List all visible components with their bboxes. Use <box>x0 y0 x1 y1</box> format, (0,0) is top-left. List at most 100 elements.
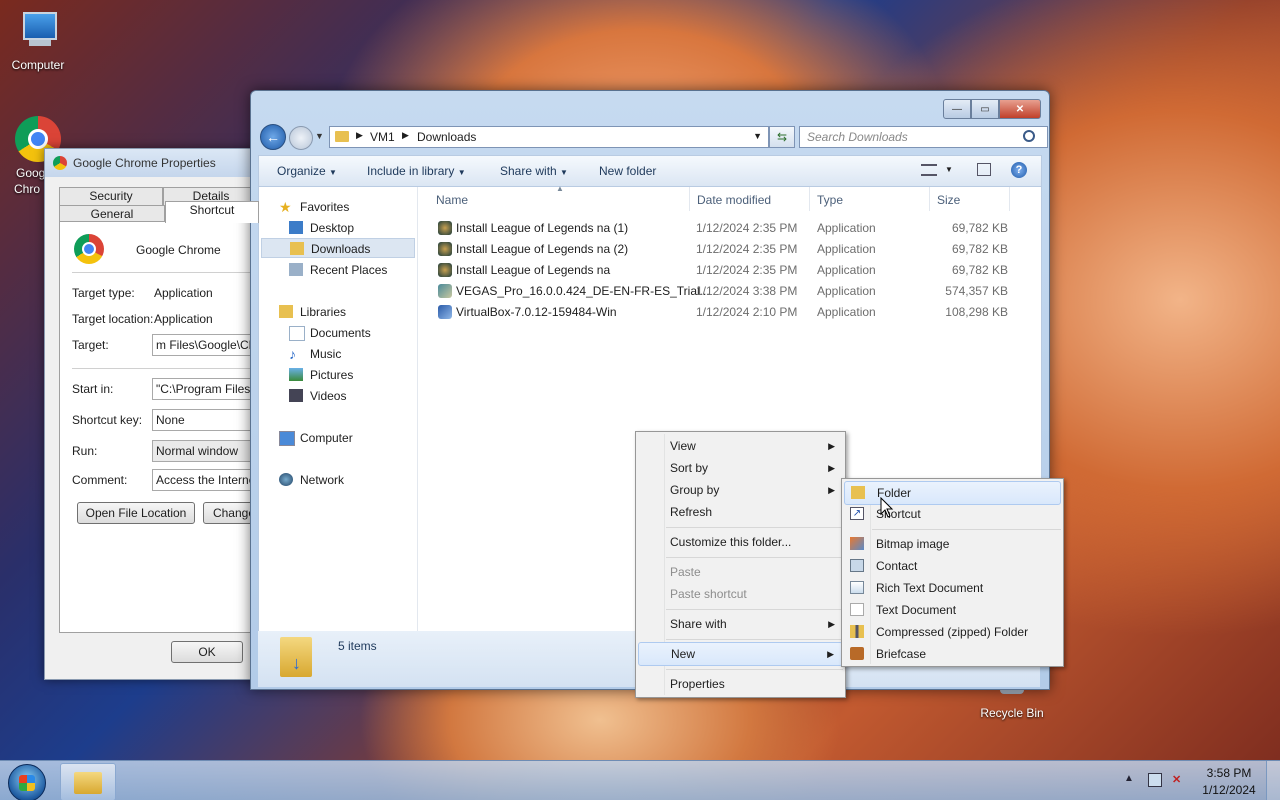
target-type-label: Target type: <box>72 286 135 300</box>
new-menu-item-contact[interactable]: Contact <box>844 555 1061 577</box>
nav-recent-places[interactable]: Recent Places <box>289 260 409 280</box>
view-options-icon[interactable] <box>921 164 937 176</box>
new-menu-item-briefcase[interactable]: Briefcase <box>844 643 1061 665</box>
file-row[interactable]: Install League of Legends na (1) 1/12/20… <box>434 218 1014 238</box>
dialog-title: Google Chrome Properties <box>73 156 216 170</box>
zip-folder-icon <box>850 625 864 638</box>
nav-libraries[interactable]: Libraries <box>279 302 409 322</box>
app-name: Google Chrome <box>136 243 221 257</box>
share-with-button[interactable]: Share with ▼ <box>500 164 568 178</box>
tab-security[interactable]: Security <box>59 187 163 206</box>
refresh-button[interactable]: ⇆ <box>769 126 795 148</box>
nav-videos[interactable]: Videos <box>289 386 409 406</box>
desktop-icon-label: Computer <box>11 58 65 72</box>
menu-item-share-with[interactable]: Share with ▶ <box>638 613 843 635</box>
status-item-count: 5 items <box>338 639 377 653</box>
volume-muted-icon[interactable]: ✕ <box>1172 773 1188 787</box>
dialog-titlebar[interactable]: Google Chrome Properties <box>45 149 257 177</box>
new-menu-item-bitmap[interactable]: Bitmap image <box>844 533 1061 555</box>
new-menu-item-shortcut[interactable]: ↗ Shortcut <box>844 503 1061 525</box>
taskbar-explorer-button[interactable] <box>60 763 116 800</box>
documents-icon <box>289 326 305 341</box>
desktop-icon-label: Goog <box>16 166 46 180</box>
nav-desktop[interactable]: Desktop <box>289 218 409 238</box>
menu-item-view[interactable]: View ▶ <box>638 435 843 457</box>
league-installer-icon <box>438 221 452 235</box>
column-header-type[interactable]: Type <box>817 193 843 207</box>
file-row[interactable]: VirtualBox-7.0.12-159484-Win 1/12/2024 2… <box>434 302 1014 322</box>
start-button[interactable] <box>8 764 46 800</box>
nav-documents[interactable]: Documents <box>289 323 409 343</box>
clock-date[interactable]: 1/12/2024 <box>1200 783 1258 797</box>
ok-button[interactable]: OK <box>171 641 243 663</box>
network-icon <box>279 473 293 486</box>
preview-pane-icon[interactable] <box>977 163 991 176</box>
column-header-date[interactable]: Date modified <box>697 193 771 207</box>
submenu-arrow-icon: ▶ <box>828 485 835 495</box>
organize-button[interactable]: Organize ▼ <box>277 164 337 178</box>
show-hidden-icons-button[interactable]: ▲ <box>1124 773 1134 784</box>
computer-icon <box>15 8 61 54</box>
address-bar[interactable]: ▶ VM1 ▶ Downloads ▼ <box>329 126 769 148</box>
nav-music[interactable]: ♪ Music <box>289 344 409 364</box>
star-icon: ★ <box>279 199 292 215</box>
desktop-icon-label: Recycle Bin <box>980 706 1044 720</box>
help-icon[interactable]: ? <box>1011 162 1027 178</box>
text-document-icon <box>850 603 864 616</box>
vegas-installer-icon <box>438 284 452 298</box>
address-dropdown-icon[interactable]: ▼ <box>753 131 762 141</box>
folder-icon <box>335 131 349 142</box>
navigation-pane: ★ Favorites Desktop Downloads Recent Plac… <box>259 187 418 631</box>
menu-item-paste: Paste <box>670 565 701 579</box>
videos-icon <box>289 389 303 402</box>
new-submenu: Folder ↗ Shortcut Bitmap image Contact Ri… <box>841 478 1064 667</box>
chrome-icon <box>53 156 67 170</box>
music-icon: ♪ <box>289 346 296 362</box>
menu-item-new[interactable]: New ▶ <box>638 642 843 666</box>
submenu-arrow-icon: ▶ <box>828 619 835 629</box>
nav-downloads[interactable]: Downloads <box>261 238 415 258</box>
clock-time[interactable]: 3:58 PM <box>1200 766 1258 780</box>
close-button[interactable]: ✕ <box>999 99 1041 119</box>
nav-network[interactable]: Network <box>279 470 409 490</box>
menu-item-group-by[interactable]: Group by ▶ <box>638 479 843 501</box>
file-row[interactable]: VEGAS_Pro_16.0.0.424_DE-EN-FR-ES_Trial..… <box>434 281 1014 301</box>
new-menu-item-zip[interactable]: Compressed (zipped) Folder <box>844 621 1061 643</box>
rich-text-icon <box>850 581 864 594</box>
column-header-size[interactable]: Size <box>937 193 960 207</box>
network-tray-icon[interactable] <box>1148 773 1162 787</box>
file-row[interactable]: Install League of Legends na (2) 1/12/20… <box>434 239 1014 259</box>
history-dropdown-icon[interactable]: ▼ <box>315 131 324 141</box>
menu-item-refresh[interactable]: Refresh <box>638 501 843 523</box>
forward-button[interactable] <box>289 126 313 150</box>
breadcrumb-downloads[interactable]: Downloads <box>417 130 476 144</box>
nav-computer[interactable]: Computer <box>279 428 409 448</box>
column-header-name[interactable]: Name <box>436 193 468 207</box>
view-dropdown-icon[interactable]: ▼ <box>945 165 953 174</box>
target-type-value: Application <box>154 286 213 300</box>
tab-shortcut[interactable]: Shortcut <box>165 201 259 223</box>
nav-favorites[interactable]: ★ Favorites <box>279 197 409 217</box>
maximize-button[interactable]: ▭ <box>971 99 999 119</box>
nav-pictures[interactable]: Pictures <box>289 365 409 385</box>
new-menu-item-folder[interactable]: Folder <box>844 481 1061 505</box>
desktop-icon-computer[interactable]: Computer <box>0 8 76 72</box>
include-in-library-button[interactable]: Include in library ▼ <box>367 164 466 178</box>
new-menu-item-rich-text[interactable]: Rich Text Document <box>844 577 1061 599</box>
search-input[interactable]: Search Downloads <box>799 126 1048 148</box>
new-menu-item-text-document[interactable]: Text Document <box>844 599 1061 621</box>
menu-item-sort-by[interactable]: Sort by ▶ <box>638 457 843 479</box>
league-installer-icon <box>438 263 452 277</box>
back-button[interactable]: ← <box>260 124 286 150</box>
briefcase-icon <box>850 647 864 660</box>
menu-item-customize-folder[interactable]: Customize this folder... <box>638 531 843 553</box>
new-folder-button[interactable]: New folder <box>599 164 656 178</box>
show-desktop-button[interactable] <box>1266 761 1280 800</box>
minimize-button[interactable]: — <box>943 99 971 119</box>
open-file-location-button[interactable]: Open File Location <box>77 502 195 524</box>
shortcut-panel: Google Chrome Target type: Application T… <box>59 221 267 633</box>
file-row[interactable]: Install League of Legends na 1/12/2024 2… <box>434 260 1014 280</box>
breadcrumb-vm1[interactable]: VM1 <box>370 130 395 144</box>
menu-item-properties[interactable]: Properties <box>638 673 843 695</box>
league-installer-icon <box>438 242 452 256</box>
